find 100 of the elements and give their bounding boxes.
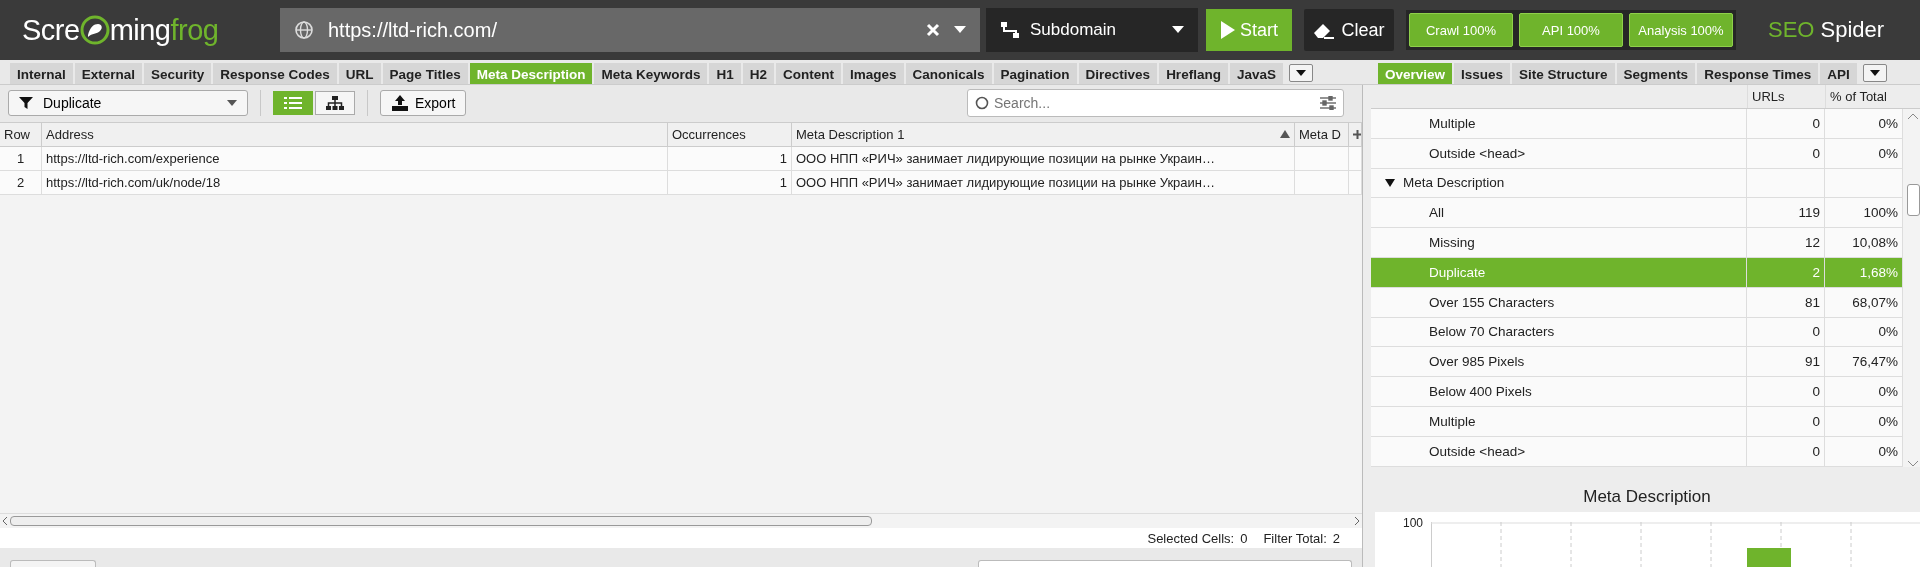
overview-row[interactable]: Below 400 Pixels 0 0% <box>1371 377 1903 407</box>
chevron-up-icon <box>1908 113 1918 119</box>
tab[interactable]: JavaS <box>1229 63 1283 84</box>
overview-row[interactable]: Over 985 Pixels 91 76,47% <box>1371 347 1903 378</box>
bottom-button[interactable] <box>10 560 96 567</box>
tab[interactable]: Page Titles <box>382 63 468 84</box>
logo-text: ming <box>109 13 171 47</box>
overview-row[interactable]: Below 70 Characters 0 0% <box>1371 317 1903 348</box>
tree-view-button[interactable] <box>315 91 355 116</box>
mode-dropdown[interactable]: Subdomain <box>986 8 1198 52</box>
table-cell: https://ltd-rich.com/uk/node/18 <box>42 170 668 195</box>
tab[interactable]: External <box>74 63 143 84</box>
row-label: Outside <head> <box>1371 138 1747 168</box>
row-label: Below 70 Characters <box>1371 317 1747 347</box>
tab[interactable]: Issues <box>1454 63 1511 84</box>
tab[interactable]: H2 <box>742 63 774 84</box>
expand-icon <box>1385 179 1395 187</box>
hierarchy-icon <box>326 96 344 111</box>
tabs-menu-button[interactable] <box>1288 64 1313 82</box>
table-cell: ООО НПП «РИЧ» занимает лидирующие позиции на рынке Украин… <box>792 146 1295 171</box>
globe-icon <box>294 20 314 40</box>
table-cell: ООО НПП «РИЧ» занимает лидирующие позиции на рынке Украин… <box>792 170 1295 195</box>
chart-title: Meta Description <box>1582 486 1712 508</box>
table-cell <box>1295 146 1349 171</box>
tab[interactable]: Response Times <box>1697 63 1819 84</box>
url-count: 0 <box>1747 138 1825 168</box>
bottom-field[interactable] <box>978 560 1352 567</box>
row-label: Duplicate <box>1371 258 1747 287</box>
sort-icon <box>1280 130 1290 139</box>
tab[interactable]: Response Codes <box>213 63 337 84</box>
url-count: 0 <box>1747 406 1825 436</box>
row-label: Below 400 Pixels <box>1371 377 1747 406</box>
tab[interactable]: Internal <box>10 63 73 84</box>
overview-row[interactable]: Missing 12 10,08% <box>1371 228 1903 258</box>
tab[interactable]: Hreflang <box>1159 63 1228 84</box>
list-icon <box>284 96 302 111</box>
frog-icon <box>79 15 110 45</box>
url-field[interactable]: https://ltd-rich.com/ <box>280 8 980 52</box>
tab[interactable]: Directives <box>1078 63 1158 84</box>
chevron-left-icon <box>2 517 8 526</box>
filter-dropdown[interactable]: Duplicate <box>8 90 248 117</box>
product-name: SEO <box>1768 17 1815 43</box>
tabs-menu-button[interactable] <box>1862 64 1887 82</box>
column-header[interactable]: Occurrences <box>668 122 792 147</box>
close-icon <box>926 23 940 37</box>
tab[interactable]: Segments <box>1616 63 1696 84</box>
caret-icon <box>227 100 237 107</box>
product-name: Spider <box>1820 17 1885 43</box>
caret-icon <box>1294 69 1307 77</box>
column-header[interactable]: Row <box>0 122 42 147</box>
url-count: 0 <box>1747 317 1825 347</box>
play-icon <box>1220 20 1236 40</box>
tab[interactable]: Content <box>776 63 841 84</box>
column-header[interactable]: Address <box>42 122 668 147</box>
row-label: All <box>1371 198 1747 228</box>
plus-icon <box>1353 129 1361 139</box>
url-count: 81 <box>1747 287 1825 317</box>
export-button[interactable]: Export <box>380 90 467 117</box>
scrollbar-thumb[interactable] <box>10 516 872 527</box>
url-count: 119 <box>1747 198 1825 228</box>
tab[interactable]: Meta Keywords <box>594 63 708 84</box>
url-count: 91 <box>1747 347 1825 377</box>
tab[interactable]: Images <box>843 63 904 84</box>
row-label: Multiple <box>1371 406 1747 436</box>
search-field[interactable]: Search... <box>967 89 1344 118</box>
chevron-down-icon <box>1908 461 1918 467</box>
scrollbar-thumb[interactable] <box>1906 184 1920 216</box>
url-count: 2 <box>1747 258 1825 287</box>
overview-row[interactable]: All 119 100% <box>1371 198 1903 229</box>
table-cell: https://ltd-rich.com/experience <box>42 146 668 171</box>
network-icon <box>1000 21 1020 39</box>
overview-row[interactable]: Multiple 0 0% <box>1371 109 1903 139</box>
eraser-icon <box>1313 21 1336 39</box>
status-value: 0 <box>1240 530 1248 546</box>
row-label: Over 155 Characters <box>1371 287 1747 317</box>
clear-button[interactable]: Clear <box>1304 9 1394 51</box>
table-cell: 2 <box>0 170 42 195</box>
overview-row[interactable]: Over 155 Characters 81 68,07% <box>1371 287 1903 318</box>
row-label: Outside <head> <box>1371 436 1747 466</box>
tab[interactable]: API <box>1820 63 1857 84</box>
url-text: https://ltd-rich.com/ <box>328 18 498 42</box>
overview-row[interactable]: Outside <head> 0 0% <box>1371 138 1903 169</box>
section-label[interactable]: Meta Description <box>1403 175 1505 191</box>
overview-row[interactable]: Outside <head> 0 0% <box>1371 436 1903 467</box>
column-header[interactable]: Meta D <box>1295 122 1349 147</box>
status-label: Selected Cells: <box>1147 530 1235 546</box>
tab[interactable]: Canonicals <box>905 63 992 84</box>
tab[interactable]: Pagination <box>993 63 1077 84</box>
tab[interactable]: Security <box>144 63 212 84</box>
tab[interactable]: Site Structure <box>1512 63 1615 84</box>
upload-icon <box>391 95 409 112</box>
caret-icon <box>1868 69 1881 77</box>
column-header[interactable]: Meta Description 1 <box>792 122 1295 147</box>
tab[interactable]: URL <box>338 63 381 84</box>
table-cell: 1 <box>668 146 792 171</box>
status-label: Filter Total: <box>1263 530 1327 546</box>
chevron-right-icon <box>1354 517 1360 526</box>
tab[interactable]: H1 <box>709 63 741 84</box>
overview-row[interactable]: Multiple 0 0% <box>1371 406 1903 437</box>
axis-tick-label: 100 <box>1403 516 1424 530</box>
